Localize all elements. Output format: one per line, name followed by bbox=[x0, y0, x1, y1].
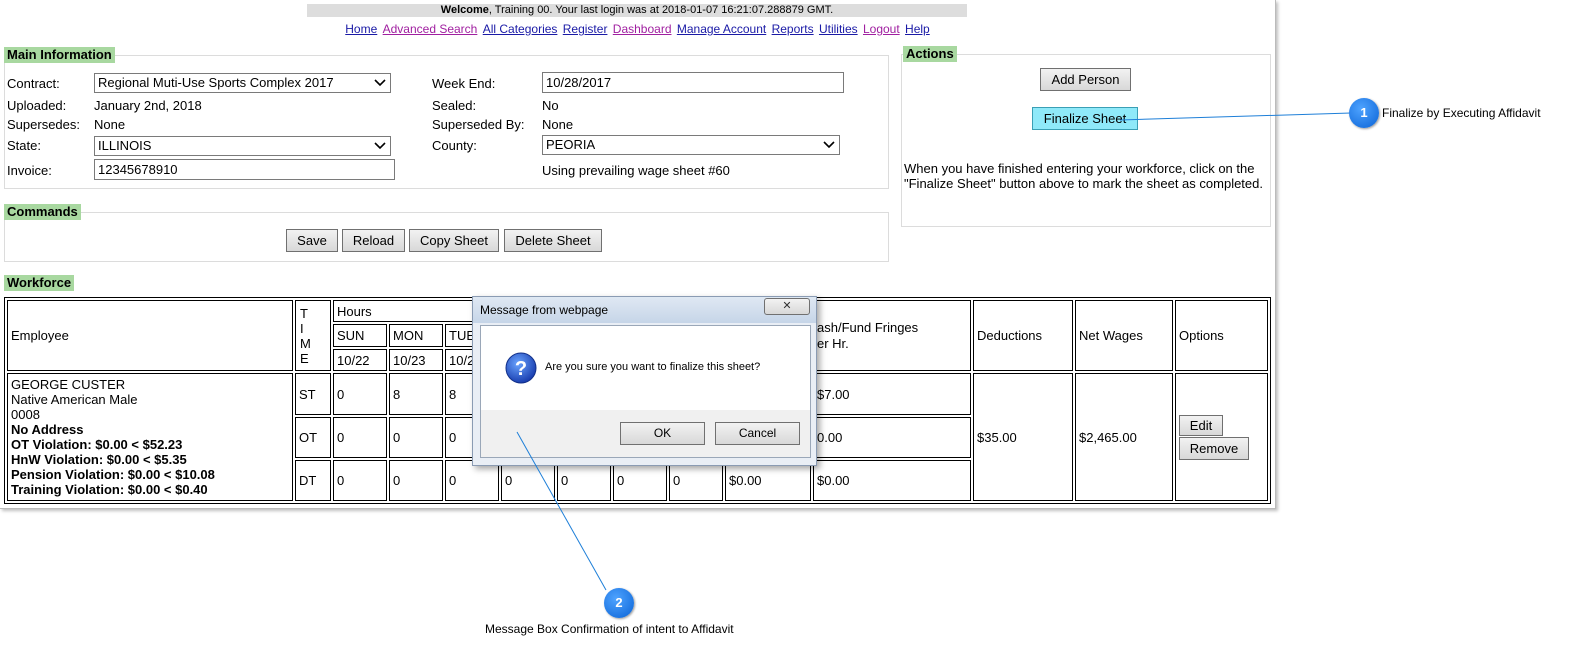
callout-2-line bbox=[516, 431, 607, 591]
callout-lines bbox=[516, 112, 1352, 591]
callout-1-badge: 1 bbox=[1349, 98, 1379, 128]
callout-2-badge: 2 bbox=[604, 588, 634, 618]
callout-2-text: Message Box Confirmation of intent to Af… bbox=[485, 622, 734, 636]
callout-1-text: Finalize by Executing Affidavit bbox=[1382, 106, 1541, 120]
callout-1-line bbox=[1119, 112, 1352, 121]
